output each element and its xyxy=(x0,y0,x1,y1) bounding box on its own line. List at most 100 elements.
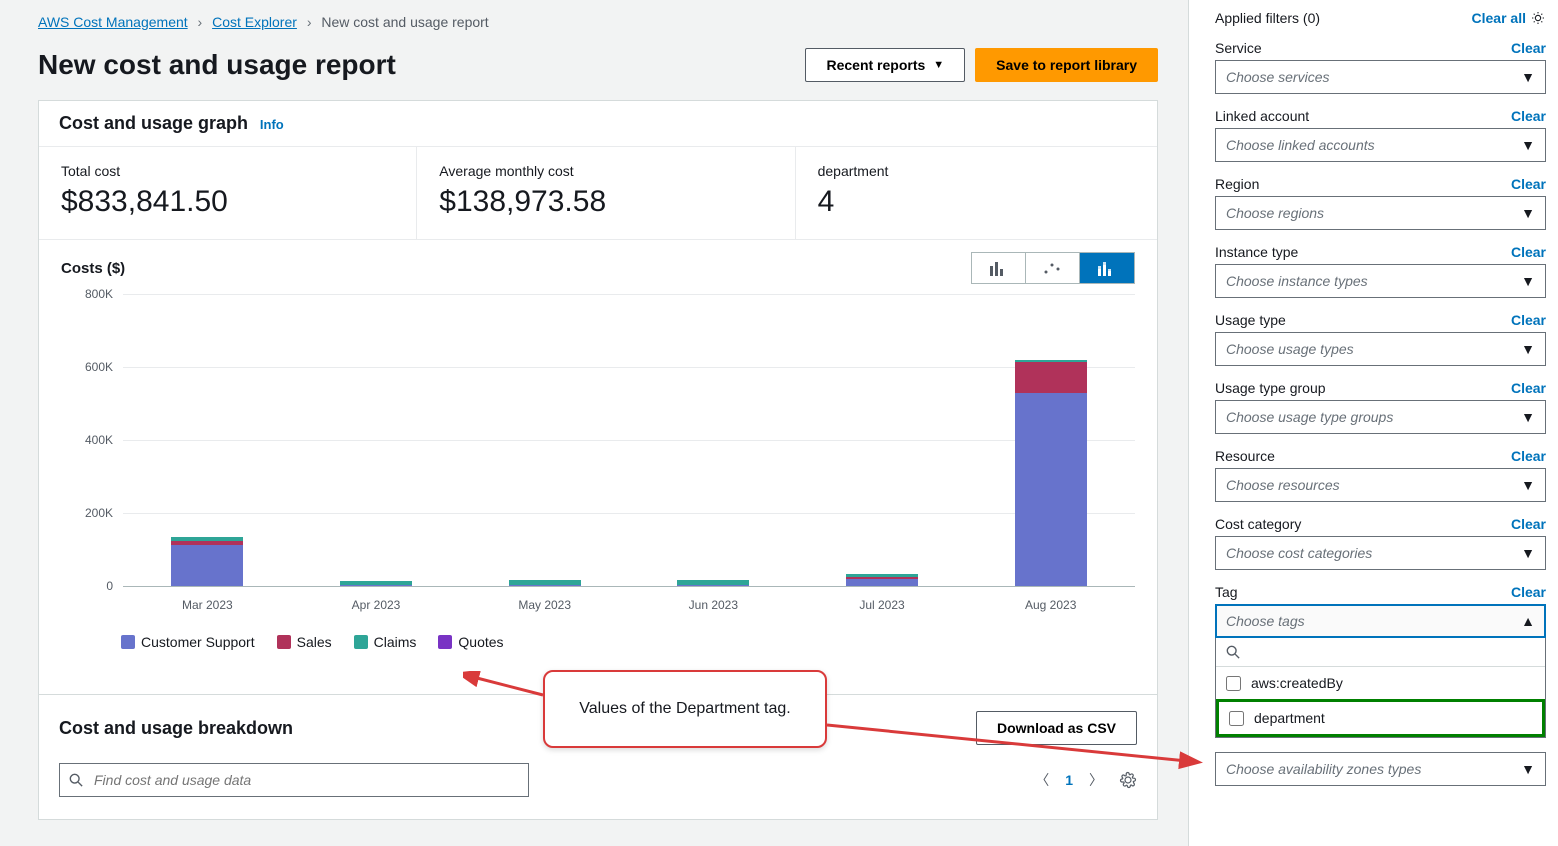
tag-option-checkbox[interactable] xyxy=(1226,676,1241,691)
caret-down-icon: ▼ xyxy=(1521,137,1535,153)
legend-item-sales[interactable]: Sales xyxy=(277,634,332,650)
chart-axis-title: Costs ($) xyxy=(61,260,125,277)
filter-clear-link[interactable]: Clear xyxy=(1511,516,1546,532)
legend-item-quotes[interactable]: Quotes xyxy=(438,634,503,650)
breadcrumb-current: New cost and usage report xyxy=(321,14,488,30)
bar-segment-customer-support xyxy=(1015,393,1087,586)
tag-search-input[interactable] xyxy=(1246,644,1535,660)
clear-all-filters-link[interactable]: Clear all xyxy=(1472,10,1526,26)
filter-clear-link[interactable]: Clear xyxy=(1511,108,1546,124)
pager-next-button[interactable]: 〉 xyxy=(1089,770,1103,790)
filter-label: Usage type group xyxy=(1215,380,1326,396)
breakdown-search xyxy=(59,763,529,797)
filter-clear-link[interactable]: Clear xyxy=(1511,312,1546,328)
bar-apr-2023[interactable] xyxy=(340,581,412,586)
filter-label: Cost category xyxy=(1215,516,1301,532)
save-to-report-library-button[interactable]: Save to report library xyxy=(975,48,1158,82)
breadcrumb-link-cost-explorer[interactable]: Cost Explorer xyxy=(212,14,297,30)
stat-label: Total cost xyxy=(61,163,394,179)
stacked-bar-chart-toggle-button[interactable] xyxy=(1080,253,1134,283)
x-tick-label: Apr 2023 xyxy=(292,598,461,612)
usage-type-select[interactable]: Choose usage types▼ xyxy=(1215,332,1546,366)
bar-chart-icon xyxy=(989,260,1009,276)
download-csv-button[interactable]: Download as CSV xyxy=(976,711,1137,745)
filter-clear-link[interactable]: Clear xyxy=(1511,244,1546,260)
legend-swatch-icon xyxy=(121,635,135,649)
bar-aug-2023[interactable] xyxy=(1015,360,1087,586)
resource-select[interactable]: Choose resources▼ xyxy=(1215,468,1546,502)
breadcrumb: AWS Cost Management › Cost Explorer › Ne… xyxy=(38,14,1158,30)
legend-swatch-icon xyxy=(438,635,452,649)
filter-label: Resource xyxy=(1215,448,1275,464)
instance-type-select[interactable]: Choose instance types▼ xyxy=(1215,264,1546,298)
filter-region: Region Clear Choose regions▼ xyxy=(1215,176,1546,230)
caret-down-icon: ▼ xyxy=(1521,477,1535,493)
info-link[interactable]: Info xyxy=(260,117,284,132)
x-tick-label: Jun 2023 xyxy=(629,598,798,612)
filter-cost-category: Cost category Clear Choose cost categories… xyxy=(1215,516,1546,570)
caret-down-icon: ▼ xyxy=(1521,273,1535,289)
caret-up-icon: ▲ xyxy=(1521,613,1535,629)
chart-legend: Customer Support Sales Claims Quotes xyxy=(121,634,1135,650)
sidebar-collapse-handle[interactable]: || xyxy=(1188,396,1190,410)
breakdown-search-input[interactable] xyxy=(59,763,529,797)
filter-service: ServiceClearChoose services▼ xyxy=(1215,40,1546,94)
bar-segment-customer-support xyxy=(677,585,749,586)
y-tick-label: 600K xyxy=(85,360,113,374)
filter-clear-link[interactable]: Clear xyxy=(1511,584,1546,600)
filter-clear-link[interactable]: Clear xyxy=(1511,448,1546,464)
filter-clear-link[interactable]: Clear xyxy=(1511,380,1546,396)
tag-option-checkbox[interactable] xyxy=(1229,711,1244,726)
bar-segment-customer-support xyxy=(340,585,412,586)
stat-value: $138,973.58 xyxy=(439,185,772,219)
filter-label: Region xyxy=(1215,176,1259,192)
page-title: New cost and usage report xyxy=(38,49,396,81)
caret-down-icon: ▼ xyxy=(1521,545,1535,561)
region-select[interactable]: Choose regions▼ xyxy=(1215,196,1546,230)
tag-option-department[interactable]: department xyxy=(1216,699,1545,737)
usage-type-group-select[interactable]: Choose usage type groups▼ xyxy=(1215,400,1546,434)
filter-instance-type: Instance typeClearChoose instance types▼ xyxy=(1215,244,1546,298)
filter-usage-type-group: Usage type group Clear Choose usage type g… xyxy=(1215,380,1546,434)
az-select[interactable]: Choose availability zones types ▼ xyxy=(1215,752,1546,786)
y-tick-label: 800K xyxy=(85,287,113,301)
bar-jul-2023[interactable] xyxy=(846,574,918,586)
filter-az: Choose availability zones types ▼ xyxy=(1215,752,1546,786)
filter-clear-link[interactable]: Clear xyxy=(1511,176,1546,192)
line-chart-toggle-button[interactable] xyxy=(1026,253,1080,283)
breadcrumb-link-cost-mgmt[interactable]: AWS Cost Management xyxy=(38,14,188,30)
legend-item-claims[interactable]: Claims xyxy=(354,634,417,650)
x-tick-label: Mar 2023 xyxy=(123,598,292,612)
bar-mar-2023[interactable] xyxy=(171,537,243,586)
tag-option-aws-createdby[interactable]: aws:createdBy xyxy=(1216,667,1545,699)
filter-sidebar: || Applied filters (0) Clear all Service… xyxy=(1188,0,1558,846)
caret-down-icon: ▼ xyxy=(1521,205,1535,221)
breakdown-title: Cost and usage breakdown xyxy=(59,718,293,739)
legend-item-customer-support[interactable]: Customer Support xyxy=(121,634,255,650)
annotation-callout: Values of the Department tag. xyxy=(543,670,827,748)
search-icon xyxy=(1226,645,1240,659)
search-icon xyxy=(69,773,83,787)
cost-category-select[interactable]: Choose cost categories▼ xyxy=(1215,536,1546,570)
filter-label: Usage type xyxy=(1215,312,1286,328)
bar-jun-2023[interactable] xyxy=(677,580,749,586)
y-tick-label: 400K xyxy=(85,433,113,447)
gear-icon[interactable] xyxy=(1530,10,1546,26)
y-tick-label: 0 xyxy=(106,579,113,593)
tag-select[interactable]: Choose tags ▲ xyxy=(1215,604,1546,638)
stat-avg-monthly-cost: Average monthly cost $138,973.58 xyxy=(417,147,795,239)
filter-clear-link[interactable]: Clear xyxy=(1511,40,1546,56)
filter-usage-type: Usage type Clear Choose usage types▼ xyxy=(1215,312,1546,366)
pager-prev-button[interactable]: 〈 xyxy=(1035,770,1049,790)
bar-chart-toggle-button[interactable] xyxy=(972,253,1026,283)
linked-account-select[interactable]: Choose linked accounts▼ xyxy=(1215,128,1546,162)
settings-gear-icon[interactable] xyxy=(1119,771,1137,789)
bar-may-2023[interactable] xyxy=(509,580,581,586)
filter-tag: Tag Clear Choose tags ▲ aws:createdBy de… xyxy=(1215,584,1546,738)
filter-label: Linked account xyxy=(1215,108,1309,124)
service-select[interactable]: Choose services▼ xyxy=(1215,60,1546,94)
caret-down-icon: ▼ xyxy=(1521,341,1535,357)
line-chart-icon xyxy=(1043,260,1063,276)
recent-reports-button[interactable]: Recent reports ▼ xyxy=(805,48,965,82)
filter-linked-account: Linked account Clear Choose linked account… xyxy=(1215,108,1546,162)
